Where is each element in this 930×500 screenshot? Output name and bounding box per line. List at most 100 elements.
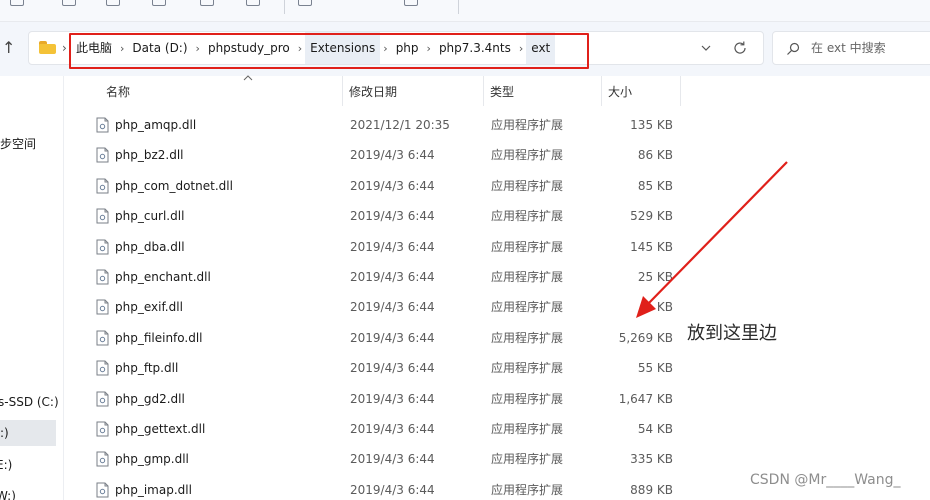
table-row[interactable]: php_com_dotnet.dll 2019/4/3 6:44 应用程序扩展 85 … [74, 171, 920, 201]
file-size: 25 KB [637, 270, 673, 284]
toolbar-button-icon[interactable] [152, 0, 166, 6]
dll-file-icon [96, 360, 109, 376]
file-type: 应用程序扩展 [491, 178, 564, 193]
file-type: 应用程序扩展 [491, 361, 564, 376]
toolbar-divider [284, 0, 285, 14]
dll-file-icon [96, 451, 109, 467]
dll-file-icon [96, 147, 109, 163]
toolbar-button-icon[interactable] [404, 0, 418, 6]
table-row[interactable]: php_dba.dll 2019/4/3 6:44 应用程序扩展 145 KB [74, 232, 920, 262]
nav-item-drive-e[interactable]: E:) [0, 452, 12, 478]
file-modified: 2019/4/3 6:44 [350, 178, 435, 193]
toolbar-divider [458, 0, 459, 14]
chevron-right-icon[interactable]: › [62, 41, 67, 55]
file-size: 86 KB [637, 148, 673, 163]
file-type: 应用程序扩展 [491, 118, 564, 132]
dll-file-icon [96, 208, 109, 224]
file-size: KB [656, 300, 673, 315]
table-row[interactable]: php_exif.dll 2019/4/3 6:44 应用程序扩展 KB [74, 292, 920, 322]
file-type: 应用程序扩展 [491, 270, 564, 284]
dll-file-icon [96, 482, 109, 498]
table-row[interactable]: php_gd2.dll 2019/4/3 6:44 应用程序扩展 1,647 KB [74, 384, 920, 414]
file-name: php_curl.dll [115, 209, 185, 224]
toolbar-button-icon[interactable] [298, 0, 312, 6]
file-modified: 2019/4/3 6:44 [350, 148, 435, 163]
file-size: 135 KB [630, 118, 673, 132]
file-size: 5,269 KB [618, 330, 673, 345]
file-type: 应用程序扩展 [491, 391, 564, 406]
file-modified: 2019/4/3 6:44 [350, 482, 435, 497]
chevron-down-icon[interactable] [699, 41, 713, 55]
file-name: php_gettext.dll [115, 422, 206, 436]
nav-item-drive-d[interactable]: :) [0, 420, 56, 446]
file-type: 应用程序扩展 [491, 239, 564, 254]
column-header-label: 大小 [608, 85, 633, 99]
column-header-size[interactable]: 大小 [602, 76, 681, 106]
file-type: 应用程序扩展 [491, 300, 564, 315]
toolbar-button-icon[interactable] [10, 0, 24, 6]
table-row[interactable]: php_amqp.dll 2021/12/1 20:35 应用程序扩展 135 KB [74, 110, 920, 140]
file-type: 应用程序扩展 [491, 422, 564, 436]
table-row[interactable]: php_bz2.dll 2019/4/3 6:44 应用程序扩展 86 KB [74, 140, 920, 170]
dll-file-icon [96, 239, 109, 255]
column-header-label: 修改日期 [349, 85, 398, 99]
search-input[interactable]: 在 ext 中搜索 [772, 31, 930, 65]
file-name: php_fileinfo.dll [115, 330, 203, 345]
file-explorer-window: ↑ › 此电脑 › Data (D:) › phpstudy_pro › Ext… [0, 0, 930, 500]
highlight-box [69, 33, 589, 69]
file-type: 应用程序扩展 [491, 148, 564, 163]
search-placeholder: 在 ext 中搜索 [811, 41, 886, 55]
nav-scrollbar[interactable] [63, 266, 64, 386]
dll-file-icon [96, 178, 109, 194]
nav-item-drive-c[interactable]: s-SSD (C:) [0, 389, 59, 415]
arrow-up-icon[interactable]: ↑ [2, 39, 16, 57]
file-modified: 2019/4/3 6:44 [350, 391, 435, 406]
column-header-modified[interactable]: 修改日期 [343, 76, 484, 106]
dll-file-icon [96, 299, 109, 315]
table-row[interactable]: php_fileinfo.dll 2019/4/3 6:44 应用程序扩展 5,269… [74, 323, 920, 353]
file-modified: 2021/12/1 20:35 [350, 118, 450, 132]
file-size: 145 KB [630, 239, 673, 254]
file-name: php_enchant.dll [115, 270, 211, 284]
file-name: php_dba.dll [115, 239, 185, 254]
table-row[interactable]: php_ftp.dll 2019/4/3 6:44 应用程序扩展 55 KB [74, 353, 920, 383]
file-type: 应用程序扩展 [491, 482, 564, 497]
file-name: php_bz2.dll [115, 148, 184, 163]
file-list: 名称 修改日期 类型 大小 php_amqp.dll 2021/12/1 20:3… [74, 75, 920, 500]
column-header-label: 类型 [490, 85, 515, 99]
refresh-icon[interactable] [731, 39, 749, 57]
file-name: php_com_dotnet.dll [115, 178, 233, 193]
nav-item-sync-space[interactable]: 同步空间 [0, 131, 36, 157]
toolbar-button-icon[interactable] [106, 0, 120, 6]
dll-file-icon [96, 391, 109, 407]
column-header-type[interactable]: 类型 [484, 76, 602, 106]
file-modified: 2019/4/3 6:44 [350, 330, 435, 345]
toolbar-button-icon[interactable] [62, 0, 76, 6]
file-size: 889 KB [630, 482, 673, 497]
toolbar-button-icon[interactable] [200, 0, 214, 6]
file-size: 1,647 KB [618, 391, 673, 406]
file-size: 54 KB [637, 422, 673, 436]
column-header-name[interactable]: 名称 [100, 75, 343, 106]
file-type: 应用程序扩展 [491, 452, 564, 467]
file-modified: 2019/4/3 6:44 [350, 361, 435, 376]
file-size: 55 KB [637, 361, 673, 376]
file-name: php_imap.dll [115, 482, 192, 497]
navigation-pane: 同步空间 s-SSD (C:) :) E:) W:) [0, 76, 64, 500]
file-modified: 2019/4/3 6:44 [350, 300, 435, 315]
dll-file-icon [96, 117, 109, 133]
file-name: php_ftp.dll [115, 361, 179, 376]
file-size: 85 KB [637, 178, 673, 193]
sort-ascending-icon [243, 75, 253, 81]
table-row[interactable]: php_gettext.dll 2019/4/3 6:44 应用程序扩展 54 KB [74, 414, 920, 444]
table-row[interactable]: php_curl.dll 2019/4/3 6:44 应用程序扩展 529 KB [74, 201, 920, 231]
toolbar-button-icon[interactable] [246, 0, 260, 6]
watermark: CSDN @Mr____Wang_ [750, 472, 901, 488]
file-size: 335 KB [630, 452, 673, 467]
file-size: 529 KB [630, 209, 673, 224]
file-name: php_amqp.dll [115, 118, 197, 132]
file-modified: 2019/4/3 6:44 [350, 239, 435, 254]
file-type: 应用程序扩展 [491, 330, 564, 345]
nav-item-drive-w[interactable]: W:) [0, 483, 16, 500]
table-row[interactable]: php_enchant.dll 2019/4/3 6:44 应用程序扩展 25 KB [74, 262, 920, 292]
